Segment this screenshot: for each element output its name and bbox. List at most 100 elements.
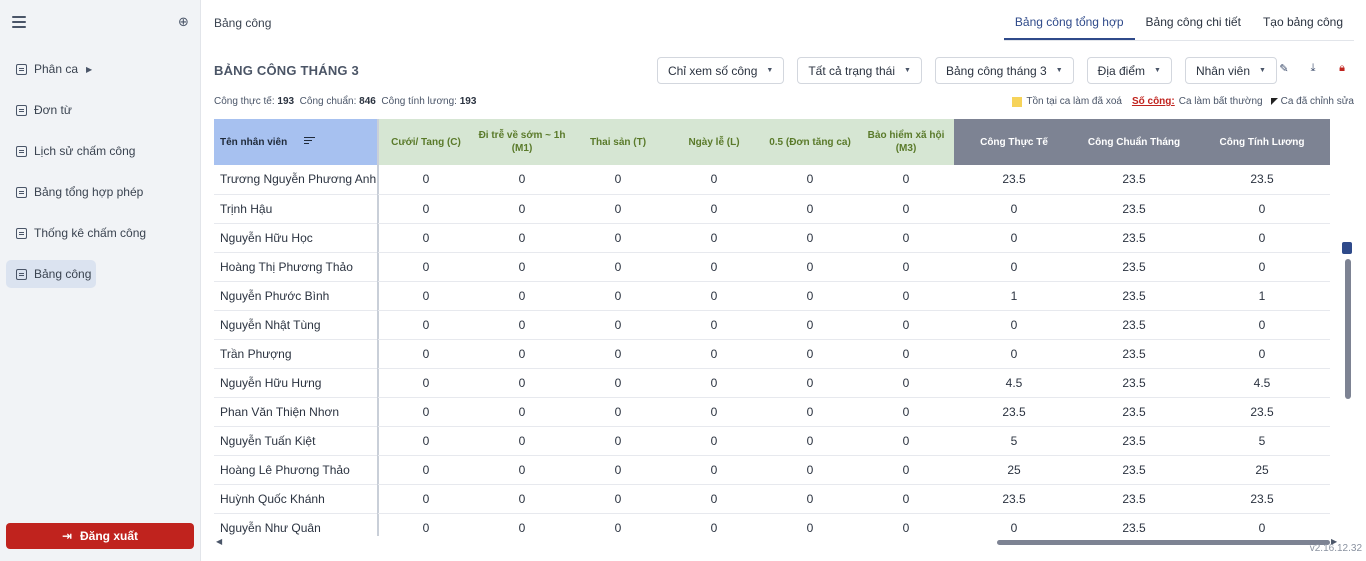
value-cell[interactable]: 0 — [474, 339, 570, 369]
value-cell[interactable]: 0 — [378, 165, 474, 195]
value-cell[interactable]: 23.5 — [1074, 397, 1194, 427]
value-cell[interactable]: 0 — [858, 397, 954, 427]
value-cell[interactable]: 0 — [474, 368, 570, 398]
value-cell[interactable]: 0 — [378, 223, 474, 253]
value-cell[interactable]: 0 — [474, 194, 570, 224]
value-cell[interactable]: 23.5 — [1074, 455, 1194, 485]
value-cell[interactable]: 0 — [762, 397, 858, 427]
value-cell[interactable]: 0 — [570, 426, 666, 456]
value-cell[interactable]: 0 — [954, 513, 1074, 536]
sidebar-item-thong-ke-cham-cong[interactable]: Thống kê chấm công — [6, 219, 196, 247]
scroll-left-icon[interactable]: ◀ — [216, 537, 222, 546]
column-header-name[interactable]: Tên nhân viên — [214, 119, 379, 165]
value-cell[interactable]: 0 — [474, 397, 570, 427]
value-cell[interactable]: 0 — [954, 310, 1074, 340]
value-cell[interactable]: 0 — [858, 223, 954, 253]
value-cell[interactable]: 0 — [762, 252, 858, 282]
employee-select[interactable]: Nhân viên ▼ — [1184, 57, 1277, 84]
table-row[interactable]: Trịnh Hậu 0 0 0 0 0 0 0 23.5 0 — [214, 194, 1330, 224]
value-cell[interactable]: 0 — [762, 165, 858, 195]
value-cell[interactable]: 1 — [954, 281, 1074, 311]
timesheet-table[interactable]: Tên nhân viên Cưới/ Tang (C) Đi trễ về s… — [214, 119, 1330, 536]
value-cell[interactable]: 0 — [666, 310, 762, 340]
value-cell[interactable]: 0 — [570, 165, 666, 195]
value-cell[interactable]: 0 — [474, 484, 570, 514]
value-cell[interactable]: 0 — [858, 368, 954, 398]
value-cell[interactable]: 0 — [474, 223, 570, 253]
table-row[interactable]: Trương Nguyễn Phương Anh 0 0 0 0 0 0 23.5 23.5 23… — [214, 165, 1330, 195]
table-row[interactable]: Nguyễn Nhật Tùng 0 0 0 0 0 0 0 23.5 0 — [214, 310, 1330, 340]
value-cell[interactable]: 0 — [378, 368, 474, 398]
table-row[interactable]: Nguyễn Như Quân 0 0 0 0 0 0 0 23.5 0 — [214, 513, 1330, 536]
tab-bang-cong-tong-hop[interactable]: Bảng công tổng hợp — [1003, 8, 1135, 40]
value-cell[interactable]: 25 — [1194, 455, 1330, 485]
value-cell[interactable]: 23.5 — [954, 397, 1074, 427]
view-mode-select[interactable]: Chỉ xem số công ▼ — [657, 57, 785, 84]
value-cell[interactable]: 0 — [570, 223, 666, 253]
value-cell[interactable]: 0 — [378, 484, 474, 514]
value-cell[interactable]: 0 — [378, 339, 474, 369]
sort-icon[interactable] — [304, 137, 316, 146]
value-cell[interactable]: 0 — [762, 484, 858, 514]
value-cell[interactable]: 0 — [858, 339, 954, 369]
value-cell[interactable]: 0 — [570, 194, 666, 224]
value-cell[interactable]: 0 — [858, 165, 954, 195]
value-cell[interactable]: 0 — [474, 252, 570, 282]
value-cell[interactable]: 23.5 — [1074, 165, 1194, 195]
value-cell[interactable]: 0 — [666, 368, 762, 398]
value-cell[interactable]: 0 — [954, 252, 1074, 282]
table-row[interactable]: Hoàng Thị Phương Thảo 0 0 0 0 0 0 0 23.5 0 — [214, 252, 1330, 282]
value-cell[interactable]: 0 — [762, 194, 858, 224]
value-cell[interactable]: 0 — [762, 281, 858, 311]
table-row[interactable]: Phan Văn Thiện Nhơn 0 0 0 0 0 0 23.5 23.5 23.5 — [214, 397, 1330, 427]
tab-tao-bang-cong[interactable]: Tạo bảng công — [1252, 8, 1354, 40]
lock-icon[interactable]: 🔒︎ — [1334, 62, 1350, 78]
tab-bang-cong-chi-tiet[interactable]: Bảng công chi tiết — [1135, 8, 1252, 40]
value-cell[interactable]: 0 — [858, 281, 954, 311]
sidebar-item-phan-ca[interactable]: Phân ca ▶ — [6, 55, 196, 83]
value-cell[interactable]: 23.5 — [1074, 252, 1194, 282]
value-cell[interactable]: 0 — [378, 513, 474, 536]
value-cell[interactable]: 0 — [666, 339, 762, 369]
value-cell[interactable]: 0 — [762, 426, 858, 456]
value-cell[interactable]: 23.5 — [1074, 513, 1194, 536]
value-cell[interactable]: 0 — [1194, 252, 1330, 282]
value-cell[interactable]: 0 — [378, 426, 474, 456]
value-cell[interactable]: 4.5 — [954, 368, 1074, 398]
logout-button[interactable]: ⇥ Đăng xuất — [6, 523, 194, 549]
value-cell[interactable]: 0 — [474, 165, 570, 195]
value-cell[interactable]: 25 — [954, 455, 1074, 485]
value-cell[interactable]: 0 — [858, 194, 954, 224]
value-cell[interactable]: 0 — [378, 397, 474, 427]
value-cell[interactable]: 0 — [570, 484, 666, 514]
value-cell[interactable]: 0 — [1194, 223, 1330, 253]
value-cell[interactable]: 0 — [474, 310, 570, 340]
timesheet-select[interactable]: Bảng công tháng 3 ▼ — [934, 57, 1074, 84]
value-cell[interactable]: 0 — [570, 397, 666, 427]
value-cell[interactable]: 0 — [954, 339, 1074, 369]
edit-icon[interactable]: ✎ — [1276, 62, 1292, 78]
value-cell[interactable]: 0 — [570, 368, 666, 398]
table-row[interactable]: Nguyễn Phước Bình 0 0 0 0 0 0 1 23.5 1 — [214, 281, 1330, 311]
horizontal-scrollbar[interactable]: ◀ ▶ — [214, 537, 1340, 547]
value-cell[interactable]: 23.5 — [1074, 281, 1194, 311]
sidebar-item-bang-cong[interactable]: Bảng công — [6, 260, 96, 288]
value-cell[interactable]: 23.5 — [1194, 484, 1330, 514]
table-row[interactable]: Trần Phượng 0 0 0 0 0 0 0 23.5 0 — [214, 339, 1330, 369]
value-cell[interactable]: 0 — [570, 310, 666, 340]
value-cell[interactable]: 23.5 — [1074, 339, 1194, 369]
value-cell[interactable]: 23.5 — [1074, 426, 1194, 456]
value-cell[interactable]: 0 — [378, 194, 474, 224]
value-cell[interactable]: 0 — [378, 252, 474, 282]
value-cell[interactable]: 0 — [474, 513, 570, 536]
value-cell[interactable]: 0 — [474, 281, 570, 311]
value-cell[interactable]: 23.5 — [1194, 397, 1330, 427]
status-select[interactable]: Tất cả trạng thái ▼ — [797, 57, 922, 84]
value-cell[interactable]: 0 — [858, 455, 954, 485]
value-cell[interactable]: 0 — [666, 397, 762, 427]
value-cell[interactable]: 0 — [762, 455, 858, 485]
pin-icon[interactable]: ⊕ — [178, 14, 189, 30]
value-cell[interactable]: 23.5 — [1074, 484, 1194, 514]
vertical-scroll-thumb[interactable] — [1345, 259, 1351, 399]
value-cell[interactable]: 23.5 — [954, 165, 1074, 195]
